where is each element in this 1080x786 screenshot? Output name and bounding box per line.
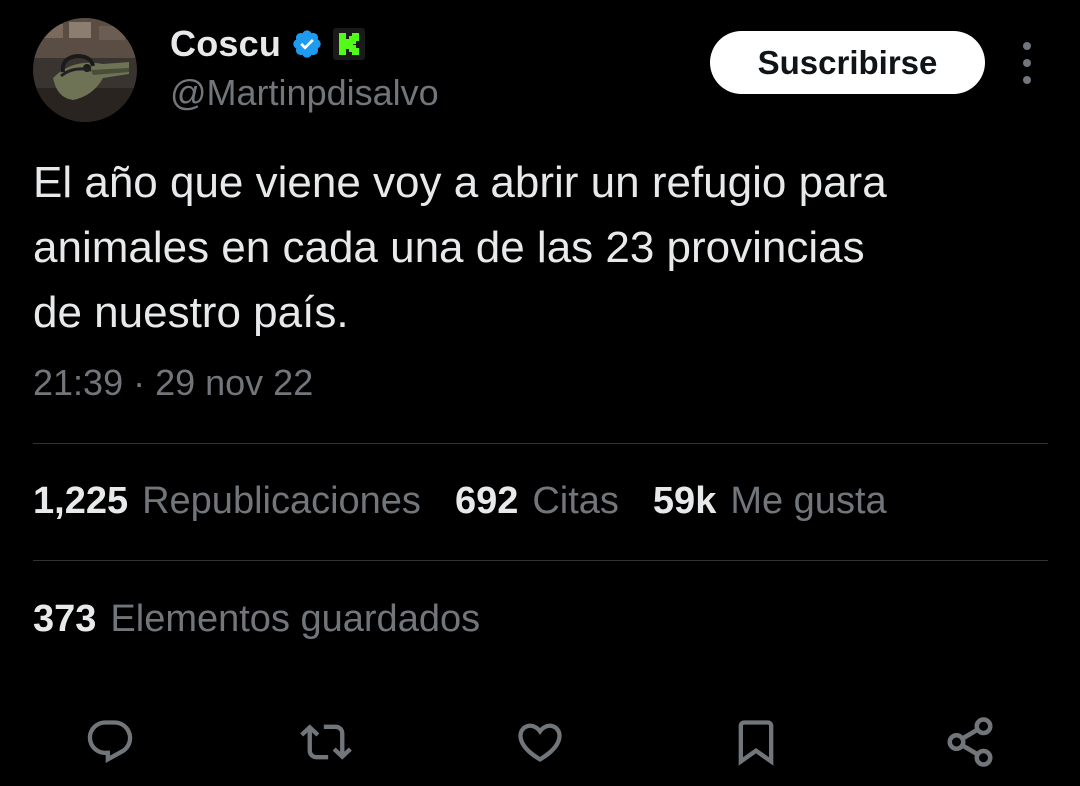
author-display-name[interactable]: Coscu	[170, 23, 281, 65]
tweet-action-bar	[0, 712, 1080, 772]
crocodile-avatar-icon	[33, 18, 137, 122]
bookmark-icon[interactable]	[726, 712, 786, 772]
reposts-label: Republicaciones	[142, 480, 421, 522]
subscribe-button[interactable]: Suscribirse	[710, 31, 985, 94]
quotes-stat[interactable]: 692 Citas	[455, 480, 619, 523]
dot	[1023, 42, 1031, 50]
tweet-text: El año que viene voy a abrir un refugio …	[33, 158, 887, 337]
bookmarks-stat[interactable]: 373 Elementos guardados	[33, 598, 480, 641]
dot	[1023, 76, 1031, 84]
tweet-detail: Coscu @Martinpdisalvo Suscribirse El año…	[0, 0, 1080, 786]
more-options-icon[interactable]	[1012, 42, 1042, 84]
engagement-stats: 1,225 Republicaciones 692 Citas 59k Me g…	[33, 480, 887, 523]
divider	[33, 443, 1048, 444]
verified-badge-icon[interactable]	[291, 28, 323, 60]
quotes-count: 692	[454, 480, 519, 522]
share-icon[interactable]	[940, 712, 1000, 772]
author-name-row: Coscu	[170, 22, 366, 66]
reposts-count: 1,225	[33, 480, 129, 522]
quotes-label: Citas	[532, 480, 619, 522]
author-handle[interactable]: @Martinpdisalvo	[170, 72, 439, 114]
bookmarks-label: Elementos guardados	[110, 598, 481, 640]
reply-icon[interactable]	[80, 712, 140, 772]
avatar[interactable]	[33, 18, 137, 122]
dot	[1023, 59, 1031, 67]
kick-logo-icon[interactable]	[333, 28, 366, 60]
like-icon[interactable]	[510, 712, 570, 772]
tweet-timestamp[interactable]: 21:39 · 29 nov 22	[33, 362, 313, 404]
divider	[33, 560, 1048, 561]
repost-icon[interactable]	[296, 712, 356, 772]
reposts-stat[interactable]: 1,225 Republicaciones	[33, 480, 421, 523]
likes-stat[interactable]: 59k Me gusta	[653, 480, 887, 523]
likes-label: Me gusta	[730, 480, 887, 522]
likes-count: 59k	[652, 480, 717, 522]
bookmarks-count: 373	[33, 598, 97, 640]
